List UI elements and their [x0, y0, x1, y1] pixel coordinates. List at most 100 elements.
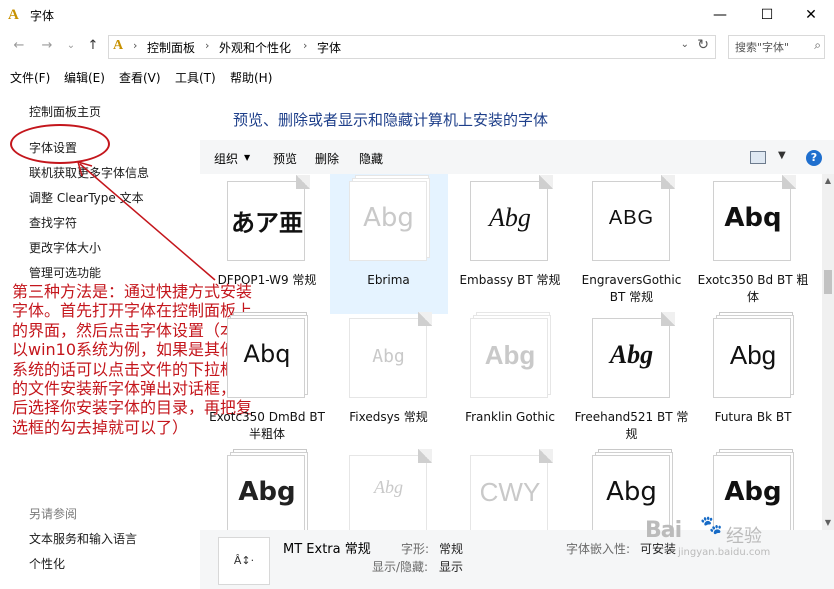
font-name-label: Ebrima	[367, 273, 410, 287]
font-tile[interactable]: Abg Embassy BT 常规	[451, 174, 569, 314]
baidu-watermark-logo: Bai	[645, 518, 682, 543]
breadcrumb-control-panel[interactable]: 控制面板	[147, 39, 195, 56]
font-sample-text: Abg	[374, 477, 403, 497]
font-sample-text: Abg	[484, 340, 536, 370]
font-tile[interactable]: Abq Exotc350 Bd BT 粗体	[694, 174, 812, 314]
font-file-icon: あア亜	[227, 175, 310, 263]
window-title: 字体	[30, 9, 55, 23]
up-arrow-icon[interactable]: ↑	[84, 37, 102, 55]
font-file-icon: Abg	[591, 312, 675, 400]
vertical-scrollbar[interactable]	[822, 174, 834, 530]
font-tile[interactable]: Abg	[208, 448, 326, 530]
font-tile[interactable]: Abg	[330, 448, 448, 530]
baidu-paw-icon: 🐾	[700, 515, 723, 536]
fonts-folder-icon: A	[113, 38, 124, 53]
font-name-label: Futura Bk BT	[714, 410, 792, 424]
close-button[interactable]: ✕	[788, 0, 834, 30]
font-file-icon: CWY	[470, 449, 553, 530]
link-text-services[interactable]: 文本服务和输入语言	[29, 530, 137, 547]
embeddability-key: 字体嵌入性:	[566, 542, 631, 556]
menu-tools[interactable]: 工具(T)	[175, 69, 216, 86]
hide-button[interactable]: 隐藏	[359, 150, 383, 167]
font-sample-text: Abg	[489, 203, 531, 232]
visibility-key: 显示/隐藏:	[372, 560, 429, 574]
font-sample-text: Abg	[609, 340, 654, 369]
font-tile[interactable]: Abg Futura Bk BT	[694, 311, 812, 451]
font-family-stack-icon: Abg	[713, 312, 794, 400]
font-tile[interactable]: CWY	[451, 448, 569, 530]
font-sample-text: Abg	[238, 477, 296, 507]
organize-dropdown-icon[interactable]: ▼	[244, 153, 250, 162]
maximize-button[interactable]: ☐	[744, 0, 790, 30]
font-sample-text: Abg	[372, 346, 405, 367]
forward-arrow-icon[interactable]: →	[38, 37, 56, 55]
change-view-icon[interactable]	[750, 151, 766, 164]
font-name-label: Exotc350 DmBd BT 半粗体	[209, 410, 325, 441]
minimize-button[interactable]: —	[697, 0, 743, 30]
font-sample-text: Abg	[724, 477, 782, 507]
breadcrumb-separator: ›	[205, 39, 210, 52]
visibility-value: 显示	[439, 560, 464, 574]
font-tile[interactable]: Abg Freehand521 BT 常规	[573, 311, 691, 451]
font-sample-text: Abg	[606, 477, 657, 507]
address-bar[interactable]: A › 控制面板 › 外观和个性化 › 字体 ⌄ ↻	[108, 35, 716, 59]
recent-locations-chevron-icon[interactable]: ⌄	[62, 37, 80, 55]
delete-button[interactable]: 删除	[315, 150, 339, 167]
search-icon[interactable]: ⌕	[814, 38, 821, 53]
link-control-panel-home[interactable]: 控制面板主页	[29, 103, 101, 120]
font-name-label: Embassy BT 常规	[459, 273, 561, 287]
font-name-label: Exotc350 Bd BT 粗体	[697, 273, 809, 304]
font-tile[interactable]: ABG EngraversGothic BT 常规	[573, 174, 691, 314]
breadcrumb-separator: ›	[303, 39, 308, 52]
menu-help[interactable]: 帮助(H)	[230, 69, 272, 86]
link-personalization[interactable]: 个性化	[29, 555, 65, 572]
refresh-icon[interactable]: ↻	[697, 37, 709, 53]
help-icon[interactable]: ?	[806, 150, 822, 166]
search-input[interactable]: 搜索"字体" ⌕	[728, 35, 825, 59]
font-family-stack-icon: Abg	[713, 449, 794, 530]
font-family-stack-icon: Abg	[227, 449, 308, 530]
font-name-label: Fixedsys 常规	[349, 410, 428, 424]
menu-view[interactable]: 查看(V)	[119, 69, 161, 86]
breadcrumb-appearance[interactable]: 外观和个性化	[219, 39, 291, 56]
see-also-heading: 另请参阅	[29, 507, 78, 521]
font-name-label: Franklin Gothic	[465, 410, 555, 424]
font-file-icon: Abg	[348, 449, 432, 530]
organize-button[interactable]: 组织	[214, 150, 238, 167]
font-name-label: EngraversGothic BT 常规	[581, 273, 682, 304]
font-grid: あア亜 DFPOP1-W9 常规 Abg Ebrima Abg Embassy BT 常规…	[200, 174, 822, 530]
font-family-stack-icon: Abg	[470, 312, 551, 400]
view-options-dropdown-icon[interactable]: ▼	[778, 150, 786, 161]
font-file-icon: Abg	[470, 175, 553, 263]
annotation-arrow	[76, 160, 216, 281]
breadcrumb-separator: ›	[133, 39, 138, 52]
font-sample-text: Abq	[243, 340, 291, 368]
breadcrumb-fonts[interactable]: 字体	[317, 39, 341, 56]
font-tile[interactable]: Abg Ebrima	[329, 174, 448, 314]
font-tile[interactable]: Abg Fixedsys 常规	[330, 311, 448, 451]
scroll-down-icon[interactable]: ▼	[822, 518, 834, 527]
font-tile[interactable]: Abq Exotc350 DmBd BT 半粗体	[208, 311, 326, 451]
scrollbar-thumb[interactable]	[824, 270, 832, 294]
font-sample-text: Abg	[729, 340, 777, 370]
font-tile[interactable]: Abg Franklin Gothic	[451, 311, 569, 451]
search-placeholder: 搜索"字体"	[735, 41, 790, 54]
fonts-app-icon: A	[8, 7, 19, 23]
font-sample-text: Abq	[724, 203, 782, 233]
font-file-icon: Abg	[348, 312, 432, 400]
watermark-url: jingyan.baidu.com	[678, 547, 771, 558]
font-file-icon: Â↕·	[218, 537, 270, 585]
menu-file[interactable]: 文件(F)	[10, 69, 50, 86]
preview-button[interactable]: 预览	[273, 150, 297, 167]
address-dropdown-chevron-icon[interactable]: ⌄	[681, 39, 689, 50]
font-tile[interactable]: あア亜 DFPOP1-W9 常规	[208, 174, 326, 314]
font-family-stack-icon: Abq	[227, 312, 308, 400]
annotation-ellipse	[10, 124, 110, 164]
font-sample-text: あア亜	[231, 209, 303, 237]
font-name-label: Freehand521 BT 常规	[574, 410, 689, 441]
font-sample-text: ABG	[608, 207, 655, 229]
menu-edit[interactable]: 编辑(E)	[64, 69, 105, 86]
back-arrow-icon[interactable]: ←	[10, 37, 28, 55]
scroll-up-icon[interactable]: ▲	[822, 176, 834, 185]
font-file-icon: Abq	[713, 175, 796, 263]
